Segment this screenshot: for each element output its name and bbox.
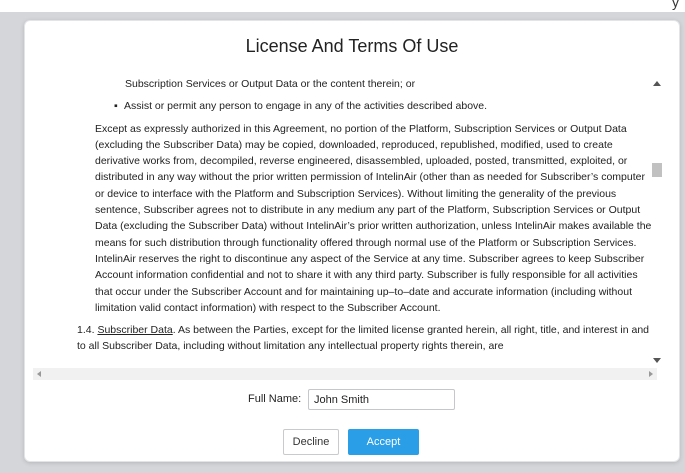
- license-dialog: License And Terms Of Use Subscription Se…: [24, 20, 680, 462]
- license-section-subscriber-data: 1.4. Subscriber Data. As between the Par…: [55, 322, 655, 355]
- license-text-line: Subscription Services or Output Data or …: [125, 78, 416, 90]
- full-name-input[interactable]: [308, 389, 455, 410]
- section-title: Subscriber Data: [97, 324, 173, 337]
- scroll-up-arrow-icon[interactable]: [653, 81, 661, 86]
- vertical-scrollbar[interactable]: [650, 73, 664, 369]
- license-paragraph: Except as expressly authorized in this A…: [95, 122, 652, 314]
- dialog-title: License And Terms Of Use: [245, 36, 459, 56]
- scroll-left-arrow-icon[interactable]: [37, 371, 41, 377]
- bullet-text: Assist or permit any person to engage in…: [124, 100, 488, 113]
- scroll-down-arrow-icon[interactable]: [653, 358, 661, 363]
- vertical-scroll-thumb[interactable]: [652, 163, 662, 177]
- license-bullet-item: ▪ Assist or permit any person to engage i…: [55, 98, 655, 114]
- accept-button[interactable]: Accept: [348, 429, 419, 455]
- bullet-icon: ▪: [114, 100, 118, 113]
- background-page: y: [0, 0, 685, 12]
- decline-button[interactable]: Decline: [283, 429, 339, 455]
- license-text: Subscription Services or Output Data or …: [55, 71, 655, 355]
- horizontal-scrollbar[interactable]: [33, 368, 657, 380]
- license-text-scroll-area[interactable]: Subscription Services or Output Data or …: [55, 71, 670, 368]
- full-name-label: Full Name:: [248, 393, 302, 405]
- scroll-right-arrow-icon[interactable]: [649, 371, 653, 377]
- section-number: 1.4.: [77, 324, 95, 337]
- full-name-row: Full Name:: [25, 389, 679, 411]
- background-page-text-fragment: y: [672, 0, 679, 10]
